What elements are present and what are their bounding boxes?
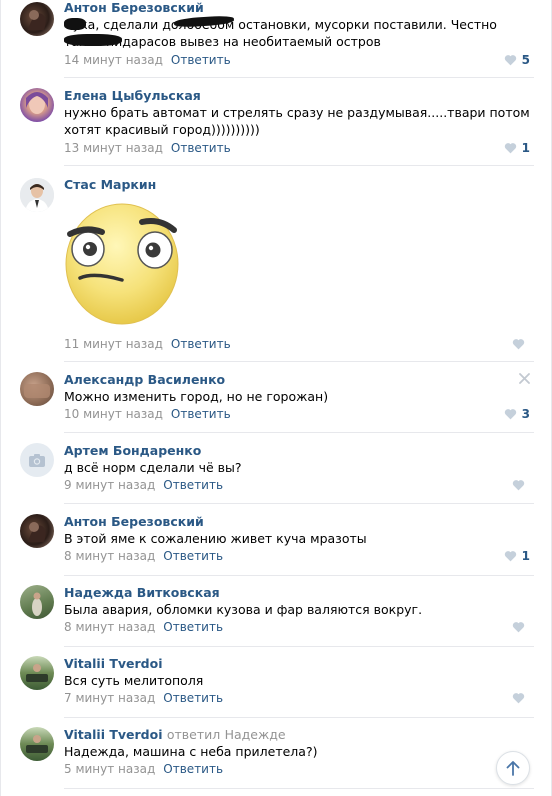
comment-meta: 8 минут назад Ответить bbox=[64, 548, 223, 564]
comment-text: В этой яме к сожалению живет куча мразот… bbox=[64, 531, 367, 546]
comment-time[interactable]: 10 минут назад bbox=[64, 407, 163, 421]
comment-author[interactable]: Антон Березовский bbox=[64, 0, 534, 16]
comment-time[interactable]: 14 минут назад bbox=[64, 53, 163, 67]
comment-time[interactable]: 13 минут назад bbox=[64, 141, 163, 155]
reply-button[interactable]: Ответить bbox=[171, 337, 231, 351]
comment-text: д всё норм сделали чё вы? bbox=[64, 460, 242, 475]
avatar[interactable] bbox=[20, 443, 54, 477]
comment-author[interactable]: Надежда Витковская bbox=[64, 585, 534, 601]
reply-to-name[interactable]: Надежде bbox=[225, 727, 286, 742]
avatar[interactable] bbox=[20, 514, 54, 548]
comment-author[interactable]: Антон Березовский bbox=[64, 514, 534, 530]
like-count: 5 bbox=[521, 53, 530, 67]
heart-icon bbox=[504, 409, 516, 420]
comment-author[interactable]: Елена Цыбульская bbox=[64, 88, 534, 104]
comment-time[interactable]: 8 минут назад bbox=[64, 549, 155, 563]
suspicious-face-sticker bbox=[65, 203, 179, 325]
close-icon[interactable] bbox=[519, 373, 530, 384]
comment-text: Можно изменить город, но не горожан) bbox=[64, 389, 329, 404]
comment-text: Надежда, машина с неба прилетела?) bbox=[64, 744, 318, 759]
comment-author-line: Vitalii Tverdoi ответил Надежде bbox=[64, 727, 534, 743]
heart-icon bbox=[504, 143, 516, 154]
comment-meta: 8 минут назад Ответить bbox=[64, 619, 223, 635]
comment-text: Вся суть мелитополя bbox=[64, 673, 204, 688]
like-button[interactable]: 5 bbox=[504, 52, 530, 68]
reply-button[interactable]: Ответить bbox=[171, 141, 231, 155]
like-button[interactable]: 3 bbox=[504, 406, 530, 422]
comment-meta: 10 минут назад Ответить bbox=[64, 406, 231, 422]
comment-meta: 9 минут назад Ответить bbox=[64, 477, 223, 493]
comment-author[interactable]: Артем Бондаренко bbox=[64, 443, 534, 459]
comment-time[interactable]: 9 минут назад bbox=[64, 478, 155, 492]
comment-meta: 13 минут назад Ответить bbox=[64, 140, 231, 156]
avatar[interactable] bbox=[20, 656, 54, 690]
camera-icon bbox=[29, 453, 45, 467]
heart-icon bbox=[512, 693, 525, 704]
avatar[interactable] bbox=[20, 372, 54, 406]
comment-meta: 7 минут назад Ответить bbox=[64, 690, 223, 706]
heart-icon bbox=[504, 55, 516, 66]
avatar[interactable] bbox=[20, 585, 54, 619]
redaction-mark bbox=[64, 18, 86, 30]
comments-panel: Антон Березовский Сука, сделали долбоебо… bbox=[0, 0, 552, 796]
reply-button[interactable]: Ответить bbox=[163, 478, 223, 492]
like-button[interactable]: 1 bbox=[504, 140, 530, 156]
comment-item: Антон Березовский Сука, сделали долбоебо… bbox=[0, 0, 552, 88]
comment-time[interactable]: 8 минут назад bbox=[64, 620, 155, 634]
like-button[interactable]: 1 bbox=[504, 548, 530, 564]
avatar[interactable] bbox=[20, 178, 54, 212]
avatar[interactable] bbox=[20, 727, 54, 761]
scroll-up-button[interactable] bbox=[496, 751, 530, 785]
comment-text: Была авария, обломки кузова и фар валяют… bbox=[64, 602, 423, 617]
comment-item: Стас Маркин 11 минут назад Ответить bbox=[0, 166, 552, 362]
comment-meta: 11 минут назад Ответить bbox=[64, 336, 231, 352]
like-button[interactable] bbox=[512, 619, 530, 635]
comment-text: нужно брать автомат и стрелять сразу не … bbox=[64, 105, 530, 137]
comment-time[interactable]: 7 минут назад bbox=[64, 691, 155, 705]
comment-item: Александр Василенко Можно изменить город… bbox=[0, 362, 552, 433]
comment-meta: 5 минут назад Ответить bbox=[64, 761, 223, 777]
reply-to-label: ответил bbox=[166, 727, 221, 742]
comment-item: Vitalii Tverdoi ответил Надежде Надежда,… bbox=[0, 717, 552, 796]
comment-item: Артем Бондаренко д всё норм сделали чё в… bbox=[0, 433, 552, 504]
comment-author[interactable]: Vitalii Tverdoi bbox=[64, 656, 534, 672]
comment-item: Vitalii Tverdoi Вся суть мелитополя 7 ми… bbox=[0, 646, 552, 718]
like-count: 1 bbox=[521, 549, 530, 563]
like-count: 1 bbox=[521, 141, 530, 155]
heart-icon bbox=[504, 551, 516, 562]
comment-text: Сука, сделали долбоебом остановки, мусор… bbox=[64, 14, 534, 50]
reply-button[interactable]: Ответить bbox=[163, 691, 223, 705]
heart-icon bbox=[512, 622, 525, 633]
reply-button[interactable]: Ответить bbox=[171, 407, 231, 421]
avatar[interactable] bbox=[20, 2, 54, 36]
like-count: 3 bbox=[521, 407, 530, 421]
like-button[interactable] bbox=[512, 477, 530, 493]
comment-divider bbox=[64, 788, 534, 789]
comment-item: Антон Березовский В этой яме к сожалению… bbox=[0, 504, 552, 576]
heart-icon bbox=[512, 480, 525, 491]
comment-item: Надежда Витковская Была авария, обломки … bbox=[0, 575, 552, 647]
comment-author[interactable]: Александр Василенко bbox=[64, 372, 534, 388]
reply-button[interactable]: Ответить bbox=[163, 762, 223, 776]
comment-time[interactable]: 11 минут назад bbox=[64, 337, 163, 351]
comment-author[interactable]: Стас Маркин bbox=[64, 177, 534, 193]
reply-button[interactable]: Ответить bbox=[163, 620, 223, 634]
comment-item: Елена Цыбульская нужно брать автомат и с… bbox=[0, 78, 552, 170]
avatar[interactable] bbox=[20, 88, 54, 122]
like-button[interactable] bbox=[512, 690, 530, 706]
comment-time[interactable]: 5 минут назад bbox=[64, 762, 155, 776]
comment-author[interactable]: Vitalii Tverdoi bbox=[64, 727, 163, 742]
like-button[interactable] bbox=[512, 336, 530, 352]
comment-meta: 14 минут назад Ответить bbox=[64, 52, 231, 68]
arrow-up-icon bbox=[506, 761, 520, 776]
heart-icon bbox=[512, 339, 525, 350]
redaction-mark bbox=[64, 34, 122, 46]
reply-button[interactable]: Ответить bbox=[171, 53, 231, 67]
reply-button[interactable]: Ответить bbox=[163, 549, 223, 563]
